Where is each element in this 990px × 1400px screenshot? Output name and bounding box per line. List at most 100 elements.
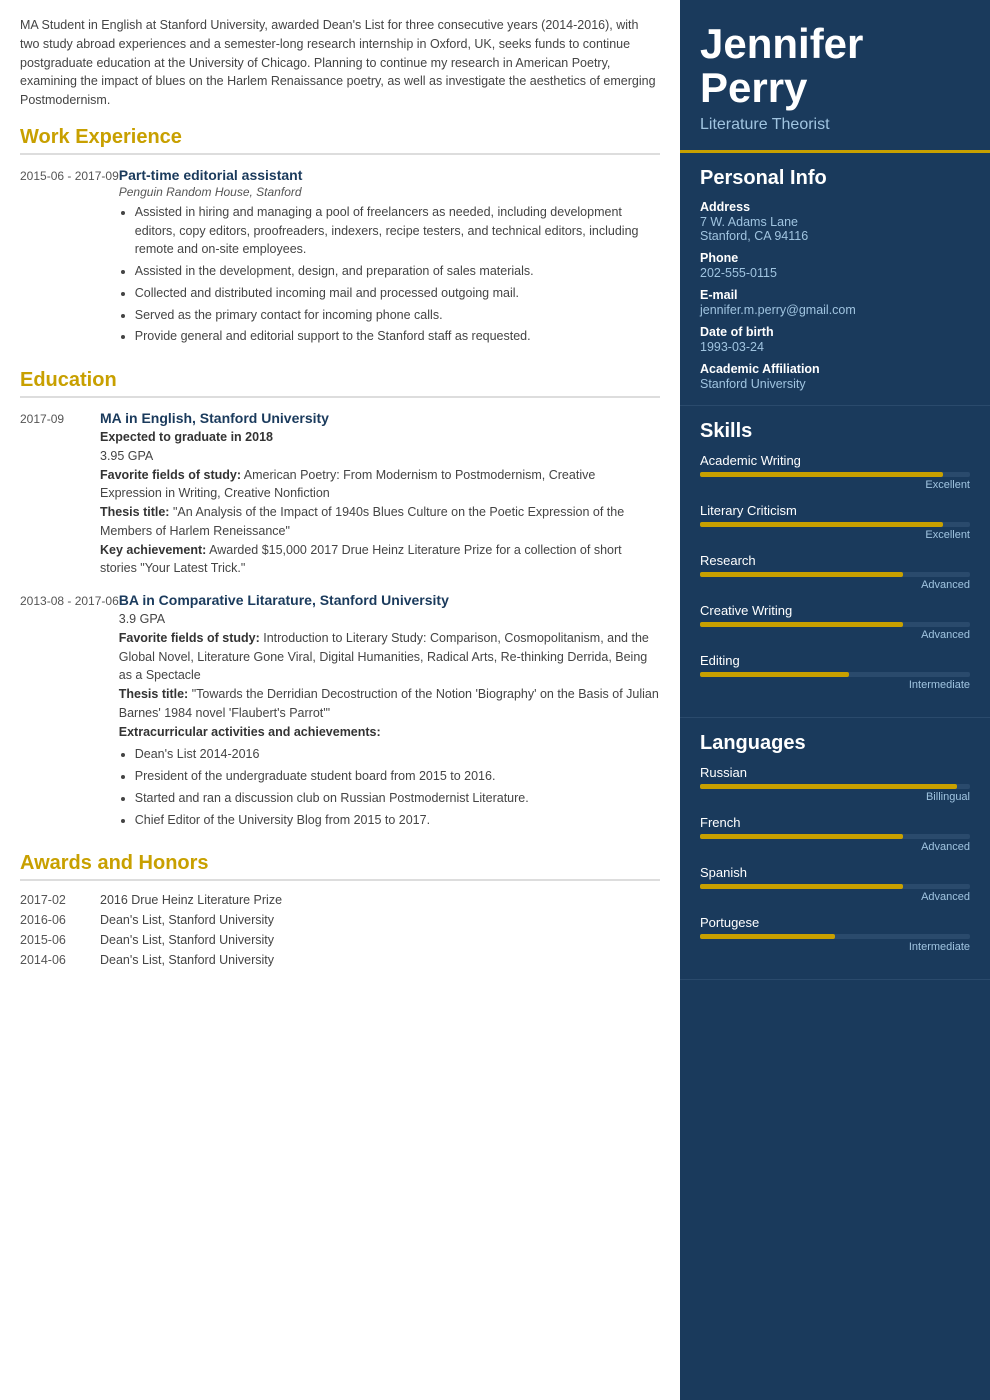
awards-list: 2017-022016 Drue Heinz Literature Prize2… <box>20 893 660 967</box>
ba-extra-bullet-item: President of the undergraduate student b… <box>135 767 660 786</box>
edu-ba-content: BA in Comparative Litarature, Stanford U… <box>119 592 660 832</box>
lang-bar-fill <box>700 884 903 889</box>
address-line1: 7 W. Adams Lane <box>700 215 970 229</box>
edu-ma-thesis: Thesis title: "An Analysis of the Impact… <box>100 503 660 541</box>
phone-value: 202-555-0115 <box>700 266 970 280</box>
job-title: Literature Theorist <box>700 116 970 134</box>
education-section: Education 2017-09 MA in English, Stanfor… <box>20 369 660 832</box>
dob-value: 1993-03-24 <box>700 340 970 354</box>
personal-info-section: Personal Info Address 7 W. Adams Lane St… <box>680 153 990 406</box>
skill-level: Excellent <box>700 529 970 541</box>
edu-entry-ba: 2013-08 - 2017-06 BA in Comparative Lita… <box>20 592 660 832</box>
skills-section: Skills Academic Writing Excellent Litera… <box>680 406 990 718</box>
phone-label: Phone <box>700 251 970 265</box>
affiliation-label: Academic Affiliation <box>700 362 970 376</box>
languages-section: Languages Russian Billingual French Adva… <box>680 718 990 980</box>
education-title: Education <box>20 369 660 398</box>
language-item: Spanish Advanced <box>700 865 970 903</box>
edu-ma-title: MA in English, Stanford University <box>100 410 660 426</box>
award-title: Dean's List, Stanford University <box>100 933 274 947</box>
work-subtitle: Penguin Random House, Stanford <box>119 185 660 199</box>
skill-name: Research <box>700 553 970 568</box>
skill-level: Excellent <box>700 479 970 491</box>
dob-label: Date of birth <box>700 325 970 339</box>
skill-bar-fill <box>700 672 849 677</box>
address-line2: Stanford, CA 94116 <box>700 229 970 243</box>
lang-bar-fill <box>700 934 835 939</box>
work-experience-section: Work Experience 2015-06 - 2017-09 Part-t… <box>20 126 660 349</box>
work-bullet-item: Collected and distributed incoming mail … <box>135 284 660 303</box>
first-name: Jennifer <box>700 22 970 66</box>
edu-ba-fields: Favorite fields of study: Introduction t… <box>119 629 660 685</box>
skill-bar-bg <box>700 622 970 627</box>
award-row: 2016-06Dean's List, Stanford University <box>20 913 660 927</box>
skill-bar-fill <box>700 522 943 527</box>
edu-ba-extra-label: Extracurricular activities and achieveme… <box>119 723 660 742</box>
edu-ba-title: BA in Comparative Litarature, Stanford U… <box>119 592 660 608</box>
skill-bar-bg <box>700 472 970 477</box>
personal-info-title: Personal Info <box>700 167 970 190</box>
skill-item: Research Advanced <box>700 553 970 591</box>
edu-entry-ma: 2017-09 MA in English, Stanford Universi… <box>20 410 660 578</box>
award-title: Dean's List, Stanford University <box>100 913 274 927</box>
skill-bar-bg <box>700 672 970 677</box>
email-label: E-mail <box>700 288 970 302</box>
left-panel: MA Student in English at Stanford Univer… <box>0 0 680 1400</box>
lang-bar-bg <box>700 834 970 839</box>
skill-bar-fill <box>700 472 943 477</box>
language-item: Portugese Intermediate <box>700 915 970 953</box>
skill-item: Creative Writing Advanced <box>700 603 970 641</box>
language-item: Russian Billingual <box>700 765 970 803</box>
skill-bar-bg <box>700 572 970 577</box>
name-block: Jennifer Perry Literature Theorist <box>680 0 990 153</box>
edu-ba-thesis: Thesis title: "Towards the Derridian Dec… <box>119 685 660 723</box>
work-bullet-item: Provide general and editorial support to… <box>135 327 660 346</box>
right-panel: Jennifer Perry Literature Theorist Perso… <box>680 0 990 1400</box>
work-experience-title: Work Experience <box>20 126 660 155</box>
award-row: 2017-022016 Drue Heinz Literature Prize <box>20 893 660 907</box>
skill-level: Advanced <box>700 629 970 641</box>
lang-bar-bg <box>700 784 970 789</box>
skills-title: Skills <box>700 420 970 443</box>
edu-ba-gpa: 3.9 GPA <box>119 610 660 629</box>
skill-name: Creative Writing <box>700 603 970 618</box>
skill-bar-fill <box>700 622 903 627</box>
skill-bar-fill <box>700 572 903 577</box>
award-date: 2016-06 <box>20 913 100 927</box>
lang-level: Advanced <box>700 891 970 903</box>
lang-level: Advanced <box>700 841 970 853</box>
edu-ma-expected: Expected to graduate in 2018 <box>100 428 660 447</box>
ba-extra-bullet-item: Chief Editor of the University Blog from… <box>135 811 660 830</box>
email-value: jennifer.m.perry@gmail.com <box>700 303 970 317</box>
award-date: 2015-06 <box>20 933 100 947</box>
lang-bar-fill <box>700 834 903 839</box>
work-bullet-item: Assisted in hiring and managing a pool o… <box>135 203 660 259</box>
awards-section: Awards and Honors 2017-022016 Drue Heinz… <box>20 852 660 967</box>
edu-ma-fields: Favorite fields of study: American Poetr… <box>100 466 660 504</box>
lang-name: Spanish <box>700 865 970 880</box>
edu-ma-body: Expected to graduate in 2018 3.95 GPA Fa… <box>100 428 660 578</box>
work-content: Part-time editorial assistant Penguin Ra… <box>119 167 660 349</box>
address-label: Address <box>700 200 970 214</box>
awards-title: Awards and Honors <box>20 852 660 881</box>
edu-ma-gpa: 3.95 GPA <box>100 447 660 466</box>
skill-level: Advanced <box>700 579 970 591</box>
languages-title: Languages <box>700 732 970 755</box>
affiliation-value: Stanford University <box>700 377 970 391</box>
award-date: 2017-02 <box>20 893 100 907</box>
last-name: Perry <box>700 66 970 110</box>
skill-name: Literary Criticism <box>700 503 970 518</box>
lang-bar-fill <box>700 784 957 789</box>
edu-ba-date: 2013-08 - 2017-06 <box>20 592 119 832</box>
skill-name: Editing <box>700 653 970 668</box>
skill-item: Literary Criticism Excellent <box>700 503 970 541</box>
skill-item: Editing Intermediate <box>700 653 970 691</box>
lang-name: French <box>700 815 970 830</box>
award-date: 2014-06 <box>20 953 100 967</box>
work-bullet-item: Assisted in the development, design, and… <box>135 262 660 281</box>
summary-text: MA Student in English at Stanford Univer… <box>20 16 660 110</box>
award-title: 2016 Drue Heinz Literature Prize <box>100 893 282 907</box>
languages-list: Russian Billingual French Advanced Spani… <box>700 765 970 953</box>
lang-bar-bg <box>700 934 970 939</box>
skill-level: Intermediate <box>700 679 970 691</box>
